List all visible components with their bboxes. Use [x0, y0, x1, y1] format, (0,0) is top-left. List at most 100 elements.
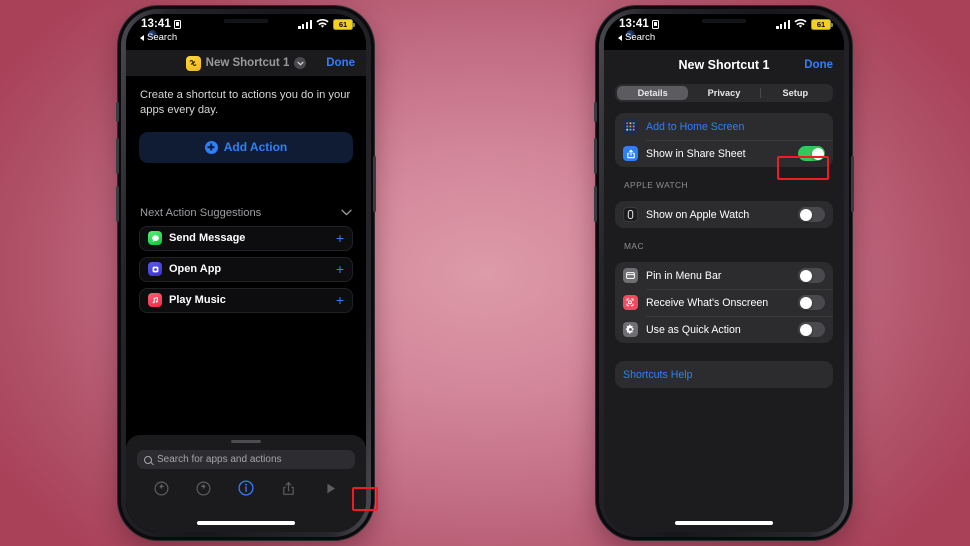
row-receive-whats-onscreen[interactable]: Receive What's Onscreen: [615, 289, 833, 316]
onscreen-toggle[interactable]: [798, 295, 825, 310]
back-to-search[interactable]: Search: [140, 32, 177, 43]
list-item[interactable]: Play Music +: [139, 287, 353, 313]
status-time: 13:41: [141, 18, 181, 30]
toggle-knob: [799, 208, 812, 221]
row-label: Add to Home Screen: [646, 120, 745, 133]
list-item-label: Open App: [169, 263, 222, 276]
add-suggestion-button[interactable]: +: [336, 262, 344, 276]
chevron-down-icon[interactable]: [341, 209, 352, 216]
row-add-to-home-screen[interactable]: Add to Home Screen: [615, 113, 833, 140]
row-shortcuts-help[interactable]: Shortcuts Help: [615, 361, 833, 388]
chevron-down-icon[interactable]: [294, 57, 307, 69]
battery-low-power-icon: 61: [811, 19, 833, 30]
status-indicators: 61: [298, 19, 355, 30]
mute-switch[interactable]: [594, 102, 597, 122]
list-item[interactable]: Open App +: [139, 256, 353, 282]
right-phone-device: 13:41 Search 61 New Shortcut 1 Done Deta…: [594, 6, 854, 540]
apple-watch-icon: [623, 207, 638, 222]
editor-nav-bar: New Shortcut 1 Done: [126, 50, 366, 76]
row-show-on-apple-watch[interactable]: Show on Apple Watch: [615, 201, 833, 228]
action-search-panel: Search for apps and actions: [126, 435, 366, 532]
shortcuts-editor: New Shortcut 1 Done Create a shortcut to…: [126, 50, 366, 532]
page-title: New Shortcut 1: [205, 57, 290, 69]
section-header-mac: MAC: [624, 241, 644, 251]
wifi-icon: [794, 19, 807, 28]
status-bar: 13:41 Search 61: [126, 14, 366, 50]
search-input[interactable]: Search for apps and actions: [137, 450, 355, 469]
back-arrow-icon: [618, 34, 622, 41]
suggestions-list: Send Message + Open App + Play Music +: [139, 225, 353, 313]
row-label: Pin in Menu Bar: [646, 269, 722, 282]
gear-icon: [623, 322, 638, 337]
volume-up-button[interactable]: [116, 138, 119, 174]
back-to-search[interactable]: Search: [618, 32, 655, 43]
menu-bar-icon: [623, 268, 638, 283]
battery-low-power-icon: 61: [333, 19, 355, 30]
play-icon[interactable]: [322, 480, 339, 497]
earpiece-speaker: [702, 19, 746, 23]
row-label: Show in Share Sheet: [646, 147, 746, 160]
row-label: Receive What's Onscreen: [646, 296, 769, 309]
done-button[interactable]: Done: [804, 59, 833, 71]
home-indicator: [675, 521, 773, 525]
search-placeholder: Search for apps and actions: [157, 454, 282, 465]
mute-switch[interactable]: [116, 102, 119, 122]
onscreen-scan-icon: [623, 295, 638, 310]
apple-watch-group: Show on Apple Watch: [615, 201, 833, 228]
details-tabs: Details Privacy Setup: [615, 84, 833, 102]
row-use-as-quick-action[interactable]: Use as Quick Action: [615, 316, 833, 343]
plus-circle-icon: [204, 140, 218, 154]
share-sheet-icon: [623, 146, 638, 161]
tab-privacy[interactable]: Privacy: [688, 86, 759, 100]
list-item-label: Play Music: [169, 294, 226, 307]
volume-down-button[interactable]: [594, 186, 597, 222]
toggle-knob: [799, 269, 812, 282]
cellular-signal-icon: [298, 19, 312, 29]
quick-action-toggle[interactable]: [798, 322, 825, 337]
menu-bar-toggle[interactable]: [798, 268, 825, 283]
shortcuts-help-group: Shortcuts Help: [615, 361, 833, 388]
list-item[interactable]: Send Message +: [139, 225, 353, 251]
add-action-button[interactable]: Add Action: [139, 131, 353, 163]
power-button[interactable]: [851, 156, 854, 212]
shortcut-glyph-icon: [185, 55, 201, 71]
volume-up-button[interactable]: [594, 138, 597, 174]
wifi-icon: [316, 19, 329, 28]
status-time-label: 13:41: [141, 18, 171, 30]
editor-toolbar: [126, 473, 366, 503]
info-icon[interactable]: [237, 480, 254, 497]
battery-level-label: 61: [816, 19, 826, 29]
intro-text: Create a shortcut to actions you do in y…: [140, 89, 351, 117]
apple-watch-toggle[interactable]: [798, 207, 825, 222]
search-icon: [144, 455, 152, 464]
back-arrow-icon: [140, 34, 144, 41]
toggle-knob: [799, 323, 812, 336]
row-pin-in-menu-bar[interactable]: Pin in Menu Bar: [615, 262, 833, 289]
status-bar: 13:41 Search 61: [604, 14, 844, 50]
row-label: Shortcuts Help: [623, 368, 693, 381]
back-label: Search: [625, 32, 656, 43]
power-button[interactable]: [373, 156, 376, 212]
info-button-highlight: [352, 487, 378, 511]
done-button[interactable]: Done: [326, 57, 355, 69]
notch: [194, 14, 298, 39]
volume-down-button[interactable]: [116, 186, 119, 222]
add-suggestion-button[interactable]: +: [336, 293, 344, 307]
undo-icon[interactable]: [153, 480, 170, 497]
shortcut-title-button[interactable]: New Shortcut 1: [185, 55, 307, 71]
home-screen-icon: [623, 119, 638, 134]
tab-setup[interactable]: Setup: [760, 86, 831, 100]
tab-details[interactable]: Details: [617, 86, 689, 100]
mac-group: Pin in Menu Bar Receive What's Onscreen …: [615, 262, 833, 343]
notch: [672, 14, 776, 39]
suggestions-header[interactable]: Next Action Suggestions: [140, 207, 352, 219]
status-time-label: 13:41: [619, 18, 649, 30]
suggestions-header-label: Next Action Suggestions: [140, 206, 262, 219]
add-suggestion-button[interactable]: +: [336, 231, 344, 245]
drag-handle[interactable]: [231, 440, 261, 443]
earpiece-speaker: [224, 19, 268, 23]
share-sheet-toggle-highlight: [777, 156, 829, 180]
row-label: Use as Quick Action: [646, 323, 741, 336]
share-icon[interactable]: [280, 480, 297, 497]
redo-icon[interactable]: [195, 480, 212, 497]
